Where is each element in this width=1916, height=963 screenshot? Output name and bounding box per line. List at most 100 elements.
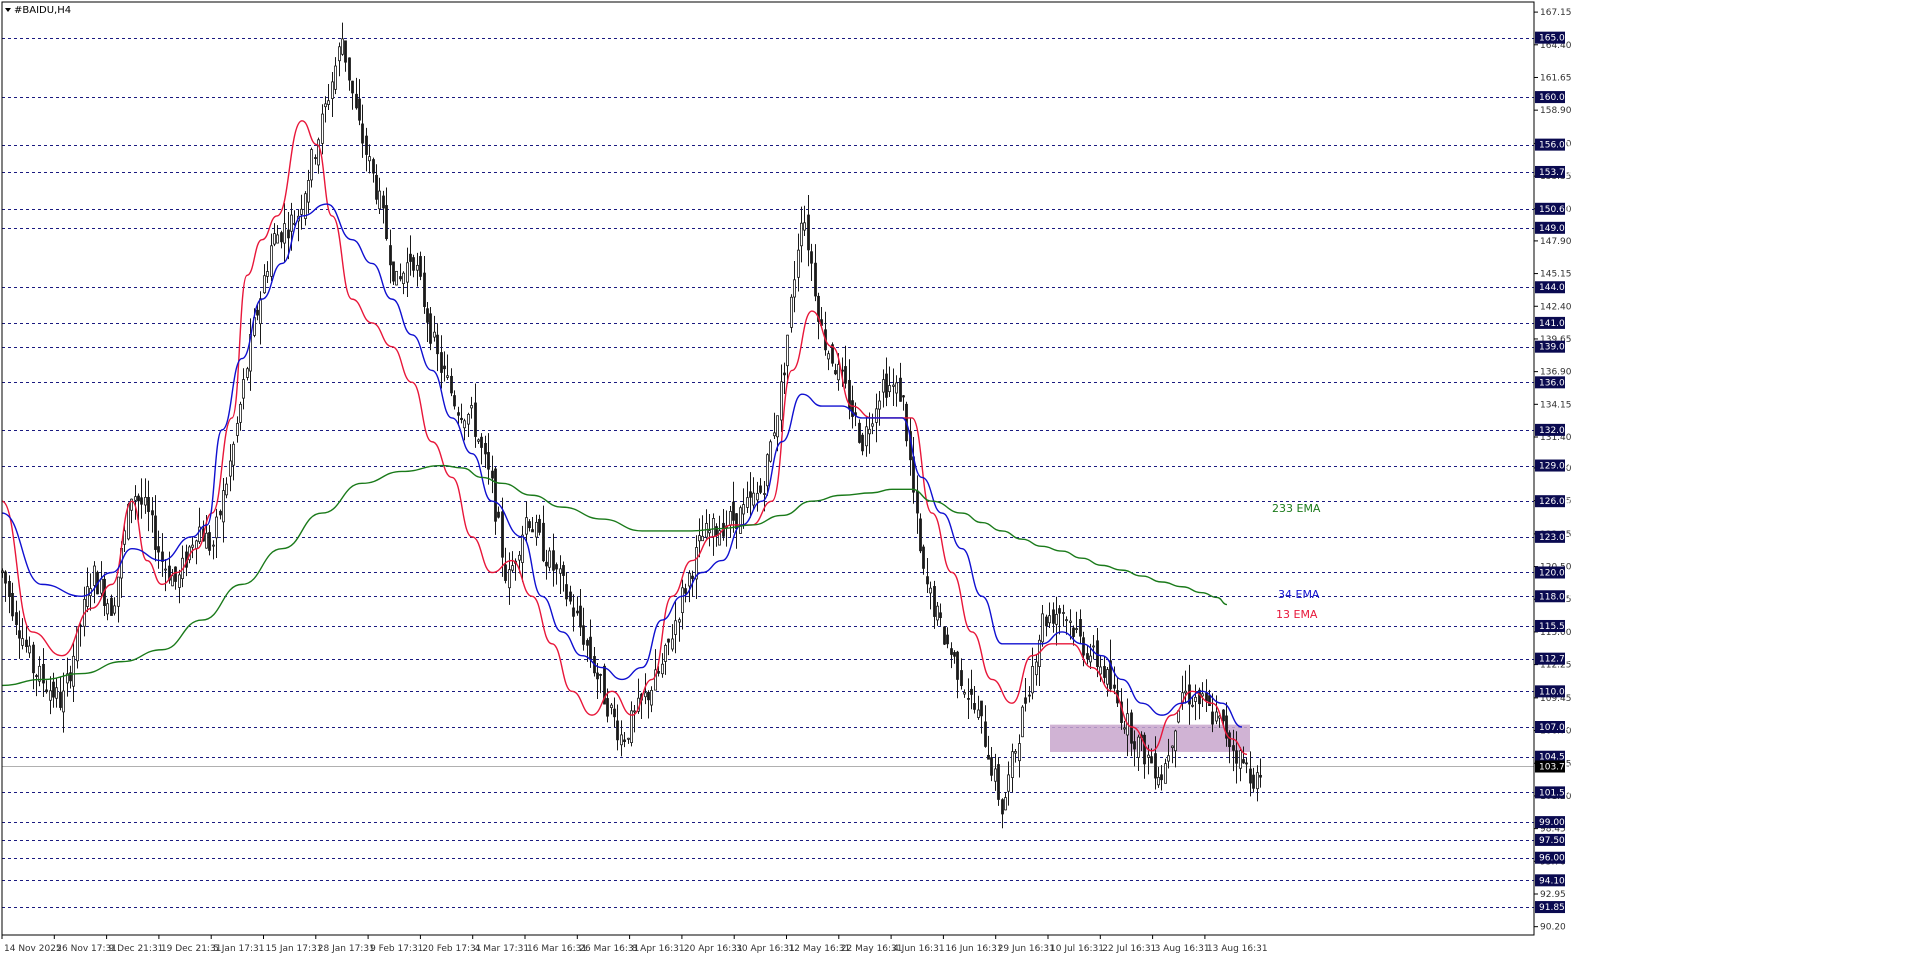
candle-body (708, 530, 711, 534)
candle-body (382, 195, 385, 209)
x-tick-label: 5 Jan 17:31 (213, 944, 264, 954)
candle-body (351, 80, 354, 94)
candle-body (807, 214, 810, 251)
candle-body (106, 603, 109, 615)
candle-body (545, 561, 548, 567)
candle-body (501, 511, 504, 558)
candle-body (1048, 615, 1051, 624)
chart-window[interactable]: 233 EMA34 EMA13 EMA 90.2092.9595.7098.45… (0, 0, 1916, 963)
candle-body (579, 605, 582, 628)
x-tick-label: 28 Jan 17:31 (318, 944, 375, 954)
candle-body (1089, 655, 1092, 663)
candle-body (263, 275, 266, 294)
current-price-label: 103.70 (1539, 763, 1571, 773)
candle-body (140, 497, 143, 505)
candle-body (270, 245, 273, 277)
candle-body (45, 689, 48, 693)
candle-body (749, 491, 752, 498)
candle-body (117, 576, 120, 607)
candle-body (589, 636, 592, 660)
candle-body (450, 375, 453, 394)
x-tick-label: 26 Mar 16:31 (579, 944, 639, 954)
candle-body (933, 586, 936, 617)
candle-body (773, 432, 776, 437)
candle-body (1157, 776, 1160, 786)
candle-body (8, 581, 11, 597)
x-tick-label: 22 Jul 16:31 (1102, 944, 1156, 954)
y-tick-label: 158.90 (1540, 106, 1572, 116)
x-tick-label: 16 Jun 16:31 (945, 944, 1002, 954)
candle-body (178, 574, 181, 588)
x-tick-label: 9 Dec 21:31 (109, 944, 164, 954)
candle-body (582, 625, 585, 645)
candle-body (800, 222, 803, 247)
candle-body (667, 638, 670, 643)
x-tick-label: 10 Jul 16:31 (1050, 944, 1104, 954)
candle-body (385, 205, 388, 240)
price-chart[interactable]: 233 EMA34 EMA13 EMA 90.2092.9595.7098.45… (0, 0, 1916, 963)
x-tick-label: 13 Aug 16:31 (1207, 944, 1268, 954)
candle-body (1052, 609, 1055, 624)
candle-body (892, 384, 895, 387)
candle-body (956, 651, 959, 680)
candle-body (548, 550, 551, 568)
candle-body (885, 373, 888, 398)
candle-body (399, 276, 402, 280)
candle-body (926, 576, 929, 585)
candle-body (1031, 666, 1034, 694)
candle-body (446, 375, 449, 378)
candle-body (144, 496, 147, 506)
candle-body (453, 395, 456, 407)
candle-body (419, 256, 422, 277)
candle-body (287, 229, 290, 239)
candle-body (1065, 619, 1068, 622)
candle-body (786, 334, 789, 367)
candle-body (657, 671, 660, 674)
candle-body (372, 159, 375, 174)
candle-body (916, 490, 919, 514)
candle-body (1024, 697, 1027, 704)
candle-body (232, 443, 235, 466)
candle-body (375, 174, 378, 200)
level-badge-label: 141.00 (1539, 319, 1571, 329)
candle-body (1028, 694, 1031, 697)
candle-body (565, 584, 568, 600)
candle-body (586, 640, 589, 646)
candle-body (559, 568, 562, 574)
candle-body (1106, 669, 1109, 685)
candle-body (1242, 759, 1245, 764)
level-badge-label: 101.50 (1539, 788, 1571, 798)
x-tick-label: 3 Aug 16:31 (1155, 944, 1210, 954)
candle-body (1137, 736, 1140, 758)
candle-body (378, 190, 381, 210)
candle-body (1007, 774, 1010, 792)
candle-body (1208, 695, 1211, 706)
level-badge-label: 129.00 (1539, 462, 1571, 472)
candle-body (1222, 709, 1225, 722)
candle-body (1130, 712, 1133, 744)
candle-body (1018, 743, 1021, 762)
candle-body (837, 364, 840, 381)
candle-body (225, 483, 228, 496)
candle-body (967, 697, 970, 700)
candle-body (1045, 616, 1048, 627)
candle-body (606, 698, 609, 717)
candle-body (389, 245, 392, 266)
candle-body (1160, 774, 1163, 781)
x-tick-label: 20 Feb 17:31 (422, 944, 481, 954)
candle-body (440, 352, 443, 373)
candle-body (977, 709, 980, 718)
candle-body (899, 377, 902, 402)
candle-body (1041, 613, 1044, 643)
candle-body (1021, 706, 1024, 738)
candle-body (739, 507, 742, 534)
candle-body (671, 638, 674, 650)
candle-body (973, 703, 976, 710)
candle-body (1259, 774, 1262, 778)
x-tick-label: 4 Mar 17:31 (475, 944, 529, 954)
candle-body (416, 264, 419, 271)
candle-body (943, 626, 946, 645)
candle-body (844, 366, 847, 384)
candle-body (409, 253, 412, 262)
candle-body (477, 439, 480, 442)
